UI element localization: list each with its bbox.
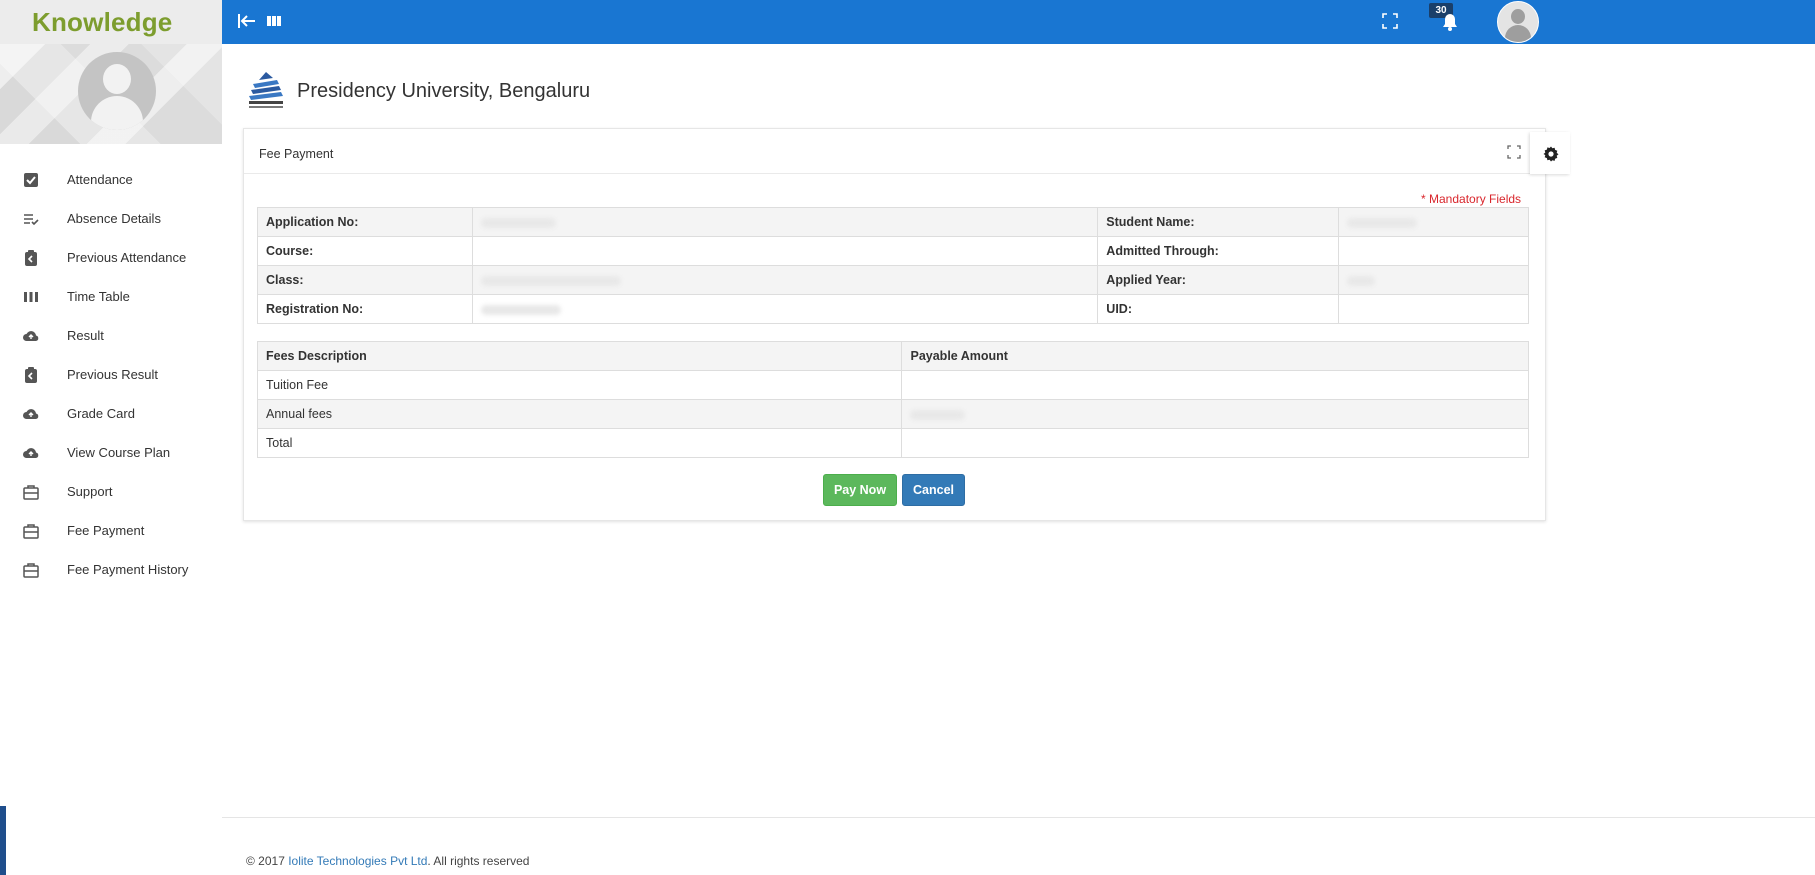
- sidebar-item-label: View Course Plan: [67, 445, 171, 460]
- sidebar-item-attendance[interactable]: Attendance: [0, 160, 222, 199]
- applied-year-label: Applied Year:: [1097, 265, 1340, 295]
- sidebar-item-support[interactable]: Support: [0, 472, 222, 511]
- panel-title: Fee Payment: [259, 147, 334, 161]
- sidebar-item-label: Previous Attendance: [67, 250, 187, 265]
- panel-header: Fee Payment: [244, 129, 1545, 174]
- application-no-value: [471, 207, 1099, 237]
- course-value: [471, 236, 1099, 266]
- student-name-label: Student Name:: [1097, 207, 1340, 237]
- fee-amount: [901, 370, 1529, 400]
- application-no-label: Application No:: [257, 207, 473, 237]
- gear-icon: [1543, 146, 1559, 162]
- footer-prefix: © 2017: [246, 854, 289, 868]
- university-name: Presidency University, Bengaluru: [297, 80, 591, 102]
- footer: © 2017 Iolite Technologies Pvt Ltd. All …: [246, 854, 529, 868]
- fee-description: Tuition Fee: [256, 370, 903, 400]
- cloud-icon: [23, 448, 39, 458]
- list-check-icon: [24, 214, 39, 226]
- user-avatar[interactable]: [1497, 1, 1539, 43]
- table-row: Tuition Fee: [256, 370, 1529, 400]
- fee-description: Annual fees: [256, 399, 903, 429]
- profile-avatar[interactable]: [78, 52, 156, 130]
- table-row: Course: Admitted Through:: [257, 236, 1529, 266]
- sidebar-item-fee-payment-history[interactable]: Fee Payment History: [0, 550, 222, 589]
- checkbox-icon: [24, 173, 38, 187]
- cancel-button[interactable]: Cancel: [902, 474, 965, 506]
- fee-amount: [901, 428, 1529, 458]
- sidebar-item-label: Result: [67, 328, 104, 343]
- briefcase-icon: [23, 524, 39, 539]
- class-value: [471, 265, 1099, 295]
- sidebar-item-label: Absence Details: [67, 211, 161, 226]
- sidebar-item-label: Attendance: [67, 172, 133, 187]
- uid-value: [1338, 294, 1529, 324]
- company-link[interactable]: Iolite Technologies Pvt Ltd: [288, 854, 427, 868]
- sidebar-footer-accent: [0, 806, 6, 875]
- footer-divider: [222, 817, 1815, 818]
- sidebar-item-previous-attendance[interactable]: Previous Attendance: [0, 238, 222, 277]
- applied-year-value: [1338, 265, 1529, 295]
- cloud-icon: [23, 331, 39, 341]
- fee-amount: [901, 399, 1529, 429]
- payable-amount-header: Payable Amount: [901, 341, 1529, 371]
- student-name-value: [1338, 207, 1529, 237]
- sidebar-item-label: Previous Result: [67, 367, 159, 382]
- bell-icon[interactable]: [1440, 12, 1460, 32]
- sidebar-item-time-table[interactable]: Time Table: [0, 277, 222, 316]
- table-header-row: Fees Description Payable Amount: [256, 341, 1529, 371]
- sidebar-item-label: Support: [67, 484, 113, 499]
- footer-suffix: . All rights reserved: [427, 854, 530, 868]
- clipboard-icon: [25, 250, 37, 266]
- sidebar-item-label: Fee Payment History: [67, 562, 189, 577]
- sidebar-item-label: Grade Card: [67, 406, 135, 421]
- table-row: Class: Applied Year:: [257, 265, 1529, 295]
- clipboard-icon: [25, 367, 37, 383]
- sidebar-item-absence-details[interactable]: Absence Details: [0, 199, 222, 238]
- registration-no-label: Registration No:: [257, 294, 473, 324]
- brand-header: Knowledge Pro: [0, 0, 222, 68]
- fullscreen-icon[interactable]: [1507, 145, 1521, 159]
- fees-table: Fees Description Payable Amount Tuition …: [256, 341, 1529, 458]
- sidebar-item-previous-result[interactable]: Previous Result: [0, 355, 222, 394]
- table-row: Application No: Student Name:: [257, 207, 1529, 237]
- sidebar-item-fee-payment[interactable]: Fee Payment: [0, 511, 222, 550]
- sidebar-item-result[interactable]: Result: [0, 316, 222, 355]
- top-navbar: 30: [222, 0, 1815, 44]
- fee-payment-panel: Fee Payment: [243, 128, 1546, 521]
- cloud-icon: [23, 409, 39, 419]
- student-info-table: Application No: Student Name: Course: Ad…: [257, 207, 1529, 324]
- sidebar-menu: Attendance Absence Details Previous Atte…: [0, 160, 222, 589]
- settings-tab[interactable]: [1530, 132, 1570, 174]
- sidebar-item-grade-card[interactable]: Grade Card: [0, 394, 222, 433]
- course-label: Course:: [257, 236, 473, 266]
- sidebar-item-label: Time Table: [67, 289, 130, 304]
- fullscreen-icon[interactable]: [1382, 13, 1398, 29]
- briefcase-icon: [23, 563, 39, 578]
- admitted-through-value: [1338, 236, 1529, 266]
- columns-icon[interactable]: [267, 14, 281, 28]
- briefcase-icon: [23, 485, 39, 500]
- sidebar: Knowledge Pro Attendance Absence Details…: [0, 0, 222, 875]
- fees-description-header: Fees Description: [256, 341, 903, 371]
- pay-now-button[interactable]: Pay Now: [823, 474, 897, 506]
- columns-icon: [24, 292, 38, 302]
- collapse-arrow-icon[interactable]: [236, 10, 258, 32]
- fee-description: Total: [256, 428, 903, 458]
- registration-no-value: [471, 294, 1099, 324]
- admitted-through-label: Admitted Through:: [1097, 236, 1340, 266]
- table-row: Registration No: UID:: [257, 294, 1529, 324]
- table-row: Annual fees: [256, 399, 1529, 429]
- sidebar-item-label: Fee Payment: [67, 523, 145, 538]
- mandatory-note: * Mandatory Fields: [1421, 192, 1522, 206]
- university-logo: [249, 72, 283, 108]
- uid-label: UID:: [1097, 294, 1340, 324]
- table-row: Total: [256, 428, 1529, 458]
- sidebar-item-view-course-plan[interactable]: View Course Plan: [0, 433, 222, 472]
- class-label: Class:: [257, 265, 473, 295]
